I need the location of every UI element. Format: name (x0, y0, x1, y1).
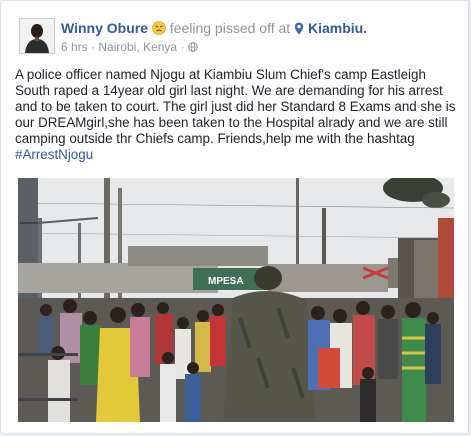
hashtag-link[interactable]: #ArrestNjogu (15, 147, 93, 162)
angry-face-icon (151, 21, 166, 35)
post-text: A police officer named Njogu at Kiambiu … (15, 67, 456, 146)
post-body: A police officer named Njogu at Kiambiu … (15, 67, 459, 163)
meta-location[interactable]: Nairobi, Kenya (98, 40, 177, 54)
post-meta: 6 hrs · Nairobi, Kenya · (61, 40, 198, 54)
globe-icon[interactable] (187, 42, 198, 52)
avatar-image (20, 19, 54, 53)
meta-separator-2: · (180, 40, 185, 54)
post-card: Winny Obure feeling pissed off at Kiambi… (0, 0, 469, 434)
author-name[interactable]: Winny Obure (61, 20, 148, 36)
crowd-photo: MPESA (18, 178, 454, 422)
mpesa-sign: MPESA (208, 276, 244, 287)
location-link[interactable]: Kiambiu. (308, 20, 367, 36)
map-pin-icon (294, 22, 304, 35)
avatar[interactable] (19, 18, 55, 54)
meta-separator: · (91, 40, 96, 54)
post-header: Winny Obure feeling pissed off at Kiambi… (61, 20, 367, 36)
post-photo[interactable]: MPESA (18, 178, 454, 422)
feeling-text: feeling pissed off at (169, 20, 291, 36)
timestamp[interactable]: 6 hrs (61, 40, 88, 54)
